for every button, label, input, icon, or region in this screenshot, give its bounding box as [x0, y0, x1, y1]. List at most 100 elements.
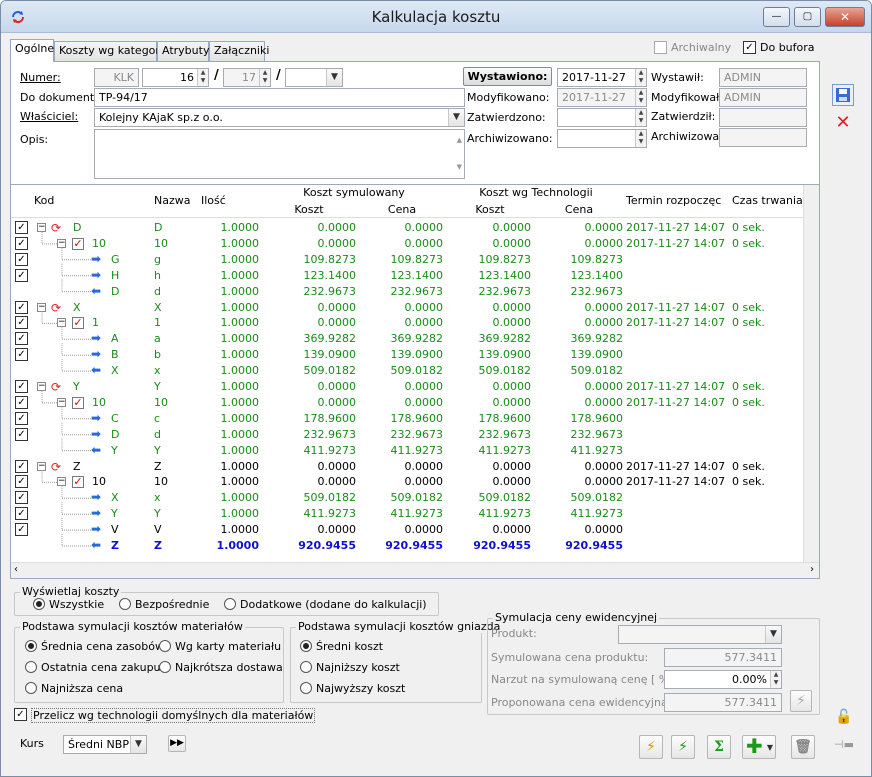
wlasciciel-dropdown[interactable]: Kolejny KAjaK sp.z o.o. ▼ — [94, 108, 465, 127]
table-row[interactable]: ✓ ➡ Hh 1.0000 123.1400 123.1400 123.1400 123.14… — [11, 268, 819, 284]
lightning-green-icon[interactable]: ⚡ — [671, 735, 695, 759]
opis-textarea[interactable]: ▲ ▼ — [94, 129, 465, 179]
kurs-dropdown[interactable]: Średni NBP ▼ — [63, 735, 147, 754]
add-icon[interactable]: ✚ ▼ — [742, 735, 776, 759]
sum-icon[interactable]: Σ — [707, 735, 731, 759]
pin-icon[interactable]: ⊣▬ — [833, 735, 855, 757]
scroll-up-icon[interactable]: ▲ — [457, 132, 462, 149]
table-row[interactable]: ⬅ Dd 1.0000 232.9673 232.9673 232.9673 232.967… — [11, 284, 819, 300]
row-checkbox[interactable]: ✓ — [15, 491, 28, 505]
save-icon[interactable] — [832, 84, 854, 106]
col-ks-cena[interactable]: Cena — [357, 203, 447, 216]
row-checkbox[interactable]: ✓ — [15, 427, 28, 441]
col-kt-cena[interactable]: Cena — [533, 203, 625, 216]
table-row[interactable]: ⬅ Z Z 1.0000 920.9455 920.9455 920.9455 920.945… — [11, 538, 819, 554]
collapse-icon[interactable]: − — [57, 477, 66, 487]
table-row[interactable]: ✓ − ⟳ Z Z 1.0000 0.0000 0.0000 0.0000 0.0000 2017-… — [11, 459, 819, 475]
table-row[interactable]: ✓ − ✓ 10 10 1.0000 0.0000 0.0000 0.0000 0.0000 201… — [11, 236, 819, 252]
numer-series-dropdown[interactable]: ▼ — [285, 68, 343, 87]
table-row[interactable]: ✓ ➡ Gg 1.0000 109.8273 109.8273 109.8273 109.82… — [11, 252, 819, 268]
delete-x-icon[interactable]: ✕ — [832, 113, 854, 135]
ostatnia-cena-radio[interactable] — [25, 661, 37, 673]
do-dokumentu-field[interactable]: TP-94/17 — [94, 88, 465, 107]
row-checkbox[interactable]: ✓ — [15, 316, 28, 330]
table-row[interactable]: ✓ ➡ Y Y 1.0000 411.9273 411.9273 411.9273 411.92… — [11, 506, 819, 522]
tab-atrybuty[interactable]: Atrybuty — [157, 41, 209, 61]
col-termin[interactable]: Termin rozpoczęc — [626, 194, 721, 207]
dodatkowe-radio[interactable] — [224, 598, 236, 610]
tab-zalaczniki[interactable]: Załączniki — [209, 41, 269, 61]
table-row[interactable]: ✓ ➡ Aa 1.0000 369.9282 369.9282 369.9282 369.92… — [11, 331, 819, 347]
row-checkbox[interactable]: ✓ — [15, 380, 28, 393]
srednia-cena-radio[interactable] — [25, 640, 37, 652]
table-row[interactable]: ✓ ➡ Dd 1.0000 232.9673 232.9673 232.9673 232.96… — [11, 427, 819, 443]
collapse-icon[interactable]: − — [57, 238, 66, 248]
row-checkbox[interactable]: ✓ — [15, 332, 28, 346]
lightning-orange-icon[interactable]: ⚡ — [639, 735, 663, 759]
numer-number-field[interactable]: 16 ▲ ▼ — [142, 68, 209, 87]
tab-koszty-wg-kategorii[interactable]: Koszty wg kategorii — [54, 41, 166, 61]
sredni-koszt-radio[interactable] — [300, 640, 312, 652]
table-row[interactable]: ✓ ➡ Cc 1.0000 178.9600 178.9600 178.9600 178.96… — [11, 411, 819, 427]
table-row[interactable]: ✓ − ✓ 10 10 1.0000 0.0000 0.0000 0.0000 0.0000 201… — [11, 395, 819, 411]
wszystkie-radio[interactable] — [33, 598, 45, 610]
wg-karty-radio[interactable] — [159, 640, 171, 652]
horizontal-scrollbar[interactable]: ‹ › — [11, 562, 819, 578]
najwyzszy-koszt-radio[interactable] — [300, 682, 312, 694]
wystawiono-button[interactable]: Wystawiono: — [463, 67, 552, 86]
table-row[interactable]: ✓ − ⟳ Y Y 1.0000 0.0000 0.0000 0.0000 0.0000 2017-… — [11, 379, 819, 395]
archiwalny-checkbox[interactable] — [654, 41, 667, 54]
scroll-right-icon[interactable]: › — [810, 564, 814, 575]
table-row[interactable]: ⬅ Y Y 1.0000 411.9273 411.9273 411.9273 411.927… — [11, 443, 819, 459]
col-nazwa[interactable]: Nazwa — [154, 194, 190, 207]
close-button[interactable]: ✕ — [825, 7, 865, 27]
fast-forward-icon[interactable]: ▶▶ — [168, 735, 186, 752]
row-checkbox[interactable]: ✓ — [15, 236, 28, 250]
collapse-icon[interactable]: − — [57, 397, 66, 407]
minimize-button[interactable]: — — [763, 7, 790, 27]
col-kod[interactable]: Kod — [34, 194, 54, 207]
row-checkbox[interactable]: ✓ — [15, 459, 28, 473]
archiwizowano-date-field[interactable]: ▲ ▼ — [557, 129, 647, 148]
row-checkbox[interactable]: ✓ — [15, 348, 28, 362]
spinner-icon[interactable]: ▲ ▼ — [635, 69, 646, 86]
col-ks-koszt[interactable]: Koszt — [261, 203, 357, 216]
col-czas[interactable]: Czas trwania — [732, 194, 803, 207]
bezposrednie-radio[interactable] — [119, 598, 131, 610]
row-checkbox[interactable]: ✓ — [15, 507, 28, 521]
collapse-icon[interactable]: − — [57, 318, 66, 328]
zatwierdzono-date-field[interactable]: ▲ ▼ — [557, 108, 647, 127]
table-row[interactable]: ✓ ➡ V V 1.0000 0.0000 0.0000 0.0000 0.0000 — [11, 522, 819, 538]
narzut-field[interactable]: 0.00% ▲ ▼ — [664, 670, 782, 689]
wystawiono-date-field[interactable]: 2017-11-27 ▲ ▼ — [557, 68, 647, 87]
collapse-icon[interactable]: − — [37, 461, 46, 471]
row-checkbox[interactable]: ✓ — [15, 395, 28, 409]
col-ilosc[interactable]: Ilość — [201, 194, 226, 207]
table-row[interactable]: ✓ ➡ Bb 1.0000 139.0900 139.0900 139.0900 139.09… — [11, 347, 819, 363]
row-checkbox[interactable]: ✓ — [15, 221, 28, 234]
row-checkbox[interactable]: ✓ — [15, 268, 28, 282]
row-checkbox[interactable]: ✓ — [15, 475, 28, 489]
najnizszy-koszt-radio[interactable] — [300, 661, 312, 673]
table-row[interactable]: ✓ ➡ Xx 1.0000 509.0182 509.0182 509.0182 509.01… — [11, 490, 819, 506]
collapse-icon[interactable]: − — [37, 223, 46, 232]
row-checkbox[interactable]: ✓ — [15, 523, 28, 537]
spinner-icon[interactable]: ▲ ▼ — [635, 130, 646, 147]
spinner-icon[interactable]: ▲ ▼ — [635, 109, 646, 126]
trash-icon[interactable]: 🗑 — [791, 735, 815, 759]
najkrotsza-radio[interactable] — [159, 661, 171, 673]
table-row[interactable]: ✓ − ✓ 1 1 1.0000 0.0000 0.0000 0.0000 0.0000 2017-… — [11, 315, 819, 331]
najnizsza-cena-radio[interactable] — [25, 682, 37, 694]
chevron-down-icon[interactable]: ▼ — [448, 109, 464, 126]
row-checkbox[interactable]: ✓ — [15, 252, 28, 266]
przelicz-checkbox[interactable]: ✓ — [14, 708, 27, 721]
maximize-button[interactable]: ▢ — [794, 7, 821, 27]
collapse-icon[interactable]: − — [37, 382, 46, 391]
scroll-down-icon[interactable]: ▼ — [457, 159, 462, 176]
vertical-scrollbar[interactable] — [803, 185, 819, 562]
table-row[interactable]: ✓ − ⟳ X X 1.0000 0.0000 0.0000 0.0000 0.0000 2017-… — [11, 300, 819, 316]
tab-ogolne[interactable]: Ogólne — [10, 39, 54, 62]
table-row[interactable]: ⬅ Xx 1.0000 509.0182 509.0182 509.0182 509.018… — [11, 363, 819, 379]
row-checkbox[interactable]: ✓ — [15, 300, 28, 314]
spinner-icon[interactable]: ▲ ▼ — [197, 69, 208, 86]
